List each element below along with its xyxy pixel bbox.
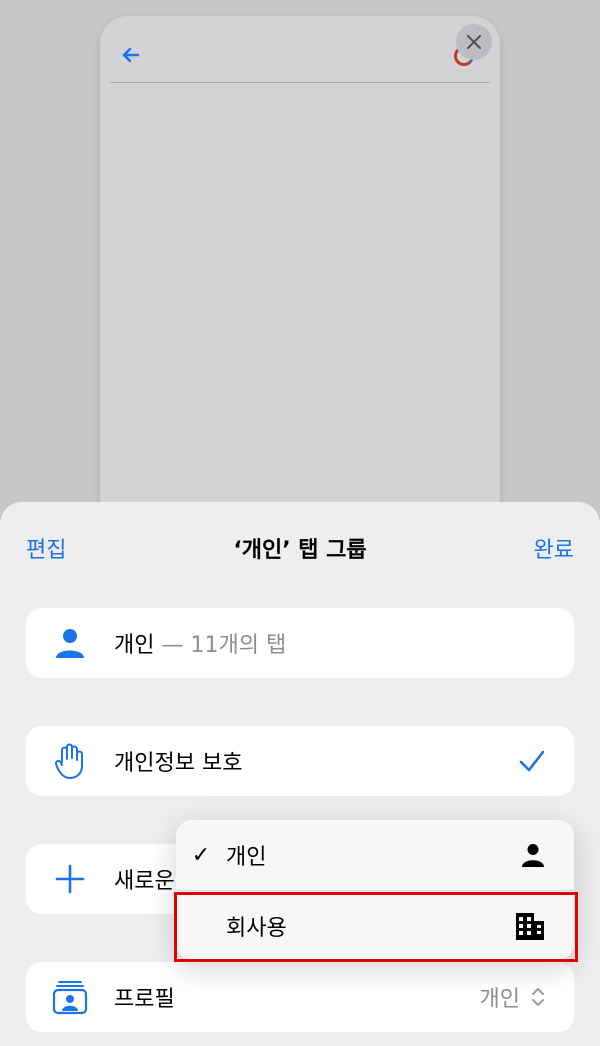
privacy-label: 개인정보 보호 bbox=[114, 751, 243, 776]
profile-label: 프로필 bbox=[114, 987, 175, 1012]
menu-check-icon: ✓ bbox=[191, 842, 211, 868]
profile-row[interactable]: 프로필 개인 bbox=[26, 962, 574, 1032]
tab-count: — 11개의 탭 bbox=[154, 633, 287, 658]
person-icon bbox=[522, 844, 544, 867]
profile-icon bbox=[52, 981, 88, 1015]
tab-group-row[interactable]: 개인 — 11개의 탭 bbox=[26, 608, 574, 678]
sheet-title: ‘개인’ 탭 그룹 bbox=[233, 538, 367, 563]
profile-value: 개인 bbox=[479, 987, 520, 1012]
close-tab-button[interactable] bbox=[456, 24, 492, 60]
back-arrow-icon[interactable] bbox=[118, 42, 144, 68]
done-button[interactable]: 완료 bbox=[534, 532, 574, 564]
tab-preview-card[interactable] bbox=[100, 16, 500, 576]
menu-item-label: 개인 bbox=[226, 845, 267, 870]
person-icon bbox=[56, 629, 84, 658]
close-icon bbox=[466, 34, 482, 50]
checkmark-icon bbox=[519, 750, 545, 772]
chevron-up-down-icon bbox=[532, 988, 544, 1006]
privacy-row[interactable]: 개인정보 보호 bbox=[26, 726, 574, 796]
tab-card-divider bbox=[110, 82, 490, 83]
plus-icon bbox=[55, 864, 85, 894]
hand-icon bbox=[54, 743, 83, 779]
tab-group-name: 개인 bbox=[114, 633, 155, 658]
highlight-box bbox=[174, 892, 578, 962]
menu-item-personal[interactable]: ✓ 개인 bbox=[176, 820, 574, 890]
new-tab-label: 새로운 bbox=[114, 869, 175, 894]
